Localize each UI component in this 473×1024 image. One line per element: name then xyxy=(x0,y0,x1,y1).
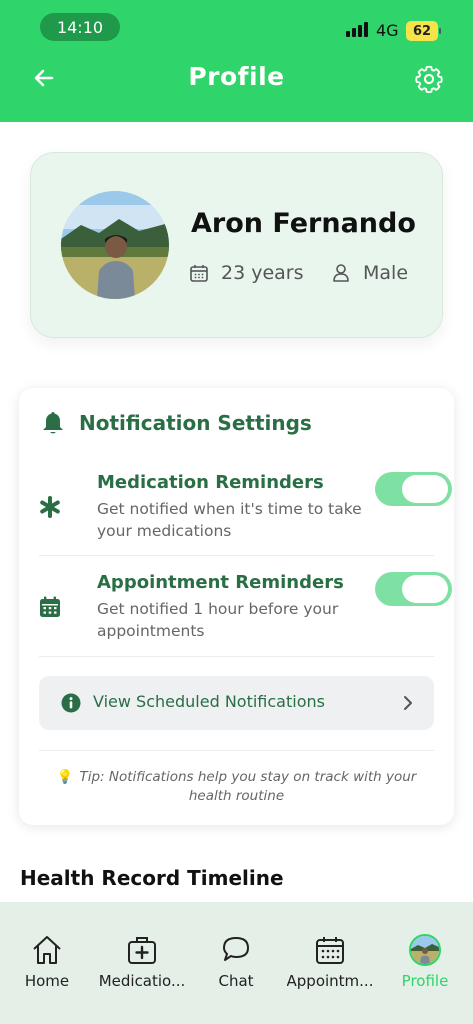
medication-reminders-description: Get notified when it's time to take your… xyxy=(97,500,362,540)
divider xyxy=(39,750,434,751)
medication-reminder-row: Medication Reminders Get notified when i… xyxy=(39,472,452,542)
nav-label: Home xyxy=(24,972,70,990)
tip-text: 💡 Tip: Notifications help you stay on tra… xyxy=(39,768,434,806)
profile-name: Aron Fernando xyxy=(191,208,416,239)
notification-settings-card: Notification Settings Medication Reminde… xyxy=(19,388,454,825)
person-icon xyxy=(333,264,349,282)
avatar[interactable] xyxy=(61,191,169,299)
lightbulb-icon: 💡 xyxy=(56,769,74,785)
home-icon xyxy=(29,932,65,968)
nav-chat[interactable]: Chat xyxy=(189,932,283,996)
medical-bag-icon xyxy=(124,932,160,968)
gear-icon xyxy=(415,65,443,93)
bell-icon xyxy=(43,412,63,434)
app-header: 14:10 4G 62 Profile xyxy=(0,0,473,122)
appointment-reminders-title: Appointment Reminders xyxy=(97,572,344,593)
chat-icon xyxy=(218,932,254,968)
nav-appointments[interactable]: Appointm... xyxy=(283,932,377,996)
medication-reminders-toggle[interactable] xyxy=(375,472,452,506)
battery-indicator: 62 xyxy=(406,21,441,41)
nav-label: Medicatio... xyxy=(98,972,186,990)
health-record-timeline-heading: Health Record Timeline xyxy=(20,866,284,890)
nav-label: Chat xyxy=(218,972,254,990)
chevron-right-icon xyxy=(402,694,414,716)
bottom-nav: Home Medicatio... Chat Appointm... Profi… xyxy=(0,902,473,1024)
status-time: 14:10 xyxy=(40,13,120,41)
asterisk-icon xyxy=(39,496,61,522)
nav-label: Profile xyxy=(401,972,449,990)
settings-button[interactable] xyxy=(412,62,446,96)
view-scheduled-notifications-label: View Scheduled Notifications xyxy=(93,692,325,711)
notification-settings-title: Notification Settings xyxy=(79,411,312,435)
age-text: 23 years xyxy=(221,262,304,284)
status-bar: 14:10 4G 62 xyxy=(0,0,473,52)
divider xyxy=(39,555,434,556)
gender-text: Male xyxy=(363,262,409,284)
notification-settings-header: Notification Settings xyxy=(41,410,312,436)
appointment-reminders-description: Get notified 1 hour before your appointm… xyxy=(97,600,339,640)
nav-profile[interactable]: Profile xyxy=(378,932,472,996)
nav-avatar-wrapper xyxy=(407,932,443,968)
nav-label: Appointm... xyxy=(286,972,374,990)
signal-icon xyxy=(346,22,368,37)
network-label: 4G xyxy=(376,21,399,40)
info-icon xyxy=(61,693,81,717)
calendar-icon xyxy=(190,265,208,282)
calendar-icon xyxy=(312,932,348,968)
view-scheduled-notifications-button[interactable]: View Scheduled Notifications xyxy=(39,676,434,730)
page-title: Profile xyxy=(188,62,285,91)
profile-card: Aron Fernando 23 years Male xyxy=(30,152,443,338)
divider xyxy=(39,656,434,657)
gender-info: Male xyxy=(331,262,408,284)
appointment-reminder-row: Appointment Reminders Get notified 1 hou… xyxy=(39,572,452,642)
nav-medications[interactable]: Medicatio... xyxy=(95,932,189,996)
calendar-icon xyxy=(39,596,61,622)
avatar xyxy=(409,934,441,966)
tip-message: Tip: Notifications help you stay on trac… xyxy=(79,769,417,804)
nav-home[interactable]: Home xyxy=(0,932,94,996)
medication-reminders-title: Medication Reminders xyxy=(97,472,324,493)
age-info: 23 years xyxy=(189,262,304,284)
appointment-reminders-toggle[interactable] xyxy=(375,572,452,606)
